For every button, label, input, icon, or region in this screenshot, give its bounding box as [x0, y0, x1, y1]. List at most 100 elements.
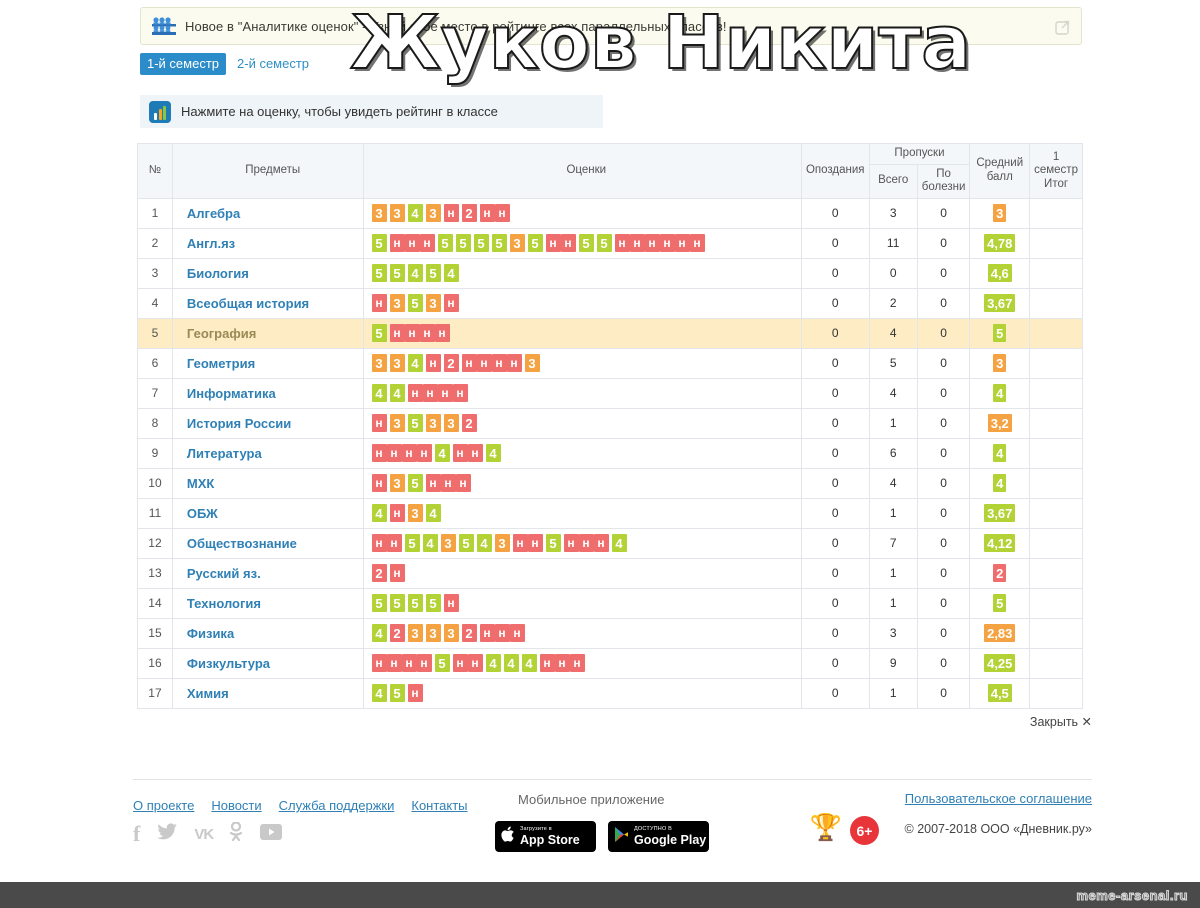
absence-badge[interactable]: н — [425, 354, 441, 373]
twitter-icon[interactable] — [156, 823, 178, 845]
mark-badge[interactable]: 3 — [443, 624, 459, 643]
close-link[interactable]: Закрыть ✕ — [1030, 715, 1092, 729]
absence-badge[interactable]: н — [371, 444, 387, 463]
average-badge[interactable]: 4,25 — [984, 654, 1016, 673]
mark-badge[interactable]: 5 — [527, 234, 543, 253]
subject-link[interactable]: Алгебра — [187, 206, 240, 221]
mark-badge[interactable]: 3 — [425, 204, 441, 223]
absence-badge[interactable]: н — [404, 234, 420, 253]
absence-badge[interactable]: н — [419, 234, 435, 253]
absence-badge[interactable]: н — [479, 624, 495, 643]
average-badge[interactable]: 2 — [993, 564, 1007, 583]
absence-badge[interactable]: н — [506, 354, 522, 373]
mark-badge[interactable]: 5 — [473, 234, 489, 253]
mark-badge[interactable]: 5 — [371, 234, 387, 253]
subject-link[interactable]: Информатика — [187, 386, 276, 401]
mark-badge[interactable]: 5 — [371, 324, 387, 343]
mark-badge[interactable]: 4 — [407, 354, 423, 373]
mark-badge[interactable]: 4 — [485, 444, 501, 463]
absence-badge[interactable]: н — [371, 414, 387, 433]
average-badge[interactable]: 4,5 — [987, 684, 1012, 703]
final-mark-cell[interactable] — [1029, 617, 1083, 649]
mark-badge[interactable]: 4 — [407, 264, 423, 283]
external-close-icon[interactable] — [1055, 19, 1071, 35]
mark-badge[interactable]: 5 — [389, 594, 405, 613]
eula-link[interactable]: Пользовательское соглашение — [905, 791, 1092, 806]
google-play-button[interactable]: ДОСТУПНО В Google Play — [608, 821, 709, 852]
mark-badge[interactable]: 3 — [389, 294, 405, 313]
absence-badge[interactable]: н — [419, 324, 435, 343]
mark-badge[interactable]: 3 — [509, 234, 525, 253]
subject-link[interactable]: Всеобщая история — [187, 296, 309, 311]
mark-badge[interactable]: 4 — [611, 534, 627, 553]
final-mark-cell[interactable] — [1029, 287, 1083, 319]
absence-badge[interactable]: н — [494, 204, 510, 223]
absence-badge[interactable]: н — [593, 534, 609, 553]
final-mark-cell[interactable] — [1029, 407, 1083, 439]
mark-badge[interactable]: 4 — [503, 654, 519, 673]
subject-link[interactable]: Физика — [187, 626, 234, 641]
subject-link[interactable]: ОБЖ — [187, 506, 218, 521]
final-mark-cell[interactable] — [1029, 497, 1083, 529]
average-badge[interactable]: 5 — [993, 594, 1007, 613]
mark-badge[interactable]: 5 — [425, 264, 441, 283]
absence-badge[interactable]: н — [404, 324, 420, 343]
absence-badge[interactable]: н — [443, 594, 459, 613]
average-badge[interactable]: 3 — [993, 354, 1007, 373]
absence-badge[interactable]: н — [689, 234, 705, 253]
mark-badge[interactable]: 4 — [371, 684, 387, 703]
mark-badge[interactable]: 5 — [371, 594, 387, 613]
subject-link[interactable]: Геометрия — [187, 356, 255, 371]
mark-badge[interactable]: 4 — [434, 444, 450, 463]
final-mark-cell[interactable] — [1029, 647, 1083, 679]
mark-badge[interactable]: 4 — [521, 654, 537, 673]
mark-badge[interactable]: 3 — [494, 534, 510, 553]
mark-badge[interactable]: 5 — [545, 534, 561, 553]
mark-badge[interactable]: 5 — [371, 264, 387, 283]
footer-link-support[interactable]: Служба поддержки — [279, 798, 395, 813]
absence-badge[interactable]: н — [416, 654, 432, 673]
mark-badge[interactable]: 4 — [407, 204, 423, 223]
subject-link[interactable]: Химия — [187, 686, 229, 701]
average-badge[interactable]: 4 — [993, 444, 1007, 463]
final-mark-cell[interactable] — [1029, 257, 1083, 289]
mark-badge[interactable]: 5 — [425, 594, 441, 613]
absence-badge[interactable]: н — [539, 654, 555, 673]
mark-badge[interactable]: 4 — [485, 654, 501, 673]
mark-badge[interactable]: 5 — [458, 534, 474, 553]
final-mark-cell[interactable] — [1029, 467, 1083, 499]
absence-badge[interactable]: н — [425, 474, 441, 493]
app-store-button[interactable]: Загрузите в App Store — [495, 821, 596, 852]
absence-badge[interactable]: н — [512, 534, 528, 553]
average-badge[interactable]: 5 — [993, 324, 1007, 343]
absence-badge[interactable]: н — [371, 294, 387, 313]
subject-link[interactable]: Обществознание — [187, 536, 297, 551]
final-mark-cell[interactable] — [1029, 317, 1083, 349]
mark-badge[interactable]: 4 — [389, 384, 405, 403]
final-mark-cell[interactable] — [1029, 437, 1083, 469]
average-badge[interactable]: 3,67 — [984, 504, 1016, 523]
mark-badge[interactable]: 2 — [461, 624, 477, 643]
mark-badge[interactable]: 3 — [389, 354, 405, 373]
final-mark-cell[interactable] — [1029, 527, 1083, 559]
youtube-icon[interactable] — [259, 823, 283, 845]
final-mark-cell[interactable] — [1029, 377, 1083, 409]
absence-badge[interactable]: н — [389, 504, 405, 523]
absence-badge[interactable]: н — [455, 474, 471, 493]
absence-badge[interactable]: н — [494, 624, 510, 643]
subject-link[interactable]: Англ.яз — [187, 236, 235, 251]
mark-badge[interactable]: 5 — [434, 654, 450, 673]
mark-badge[interactable]: 5 — [437, 234, 453, 253]
subject-link[interactable]: МХК — [187, 476, 214, 491]
absence-badge[interactable]: н — [452, 654, 468, 673]
final-mark-cell[interactable] — [1029, 557, 1083, 589]
absence-badge[interactable]: н — [371, 474, 387, 493]
absence-badge[interactable]: н — [467, 444, 483, 463]
mark-badge[interactable]: 5 — [596, 234, 612, 253]
absence-badge[interactable]: н — [386, 534, 402, 553]
absence-badge[interactable]: н — [386, 654, 402, 673]
average-badge[interactable]: 4,12 — [984, 534, 1016, 553]
footer-link-about[interactable]: О проекте — [133, 798, 194, 813]
mark-badge[interactable]: 2 — [461, 414, 477, 433]
mark-badge[interactable]: 3 — [524, 354, 540, 373]
